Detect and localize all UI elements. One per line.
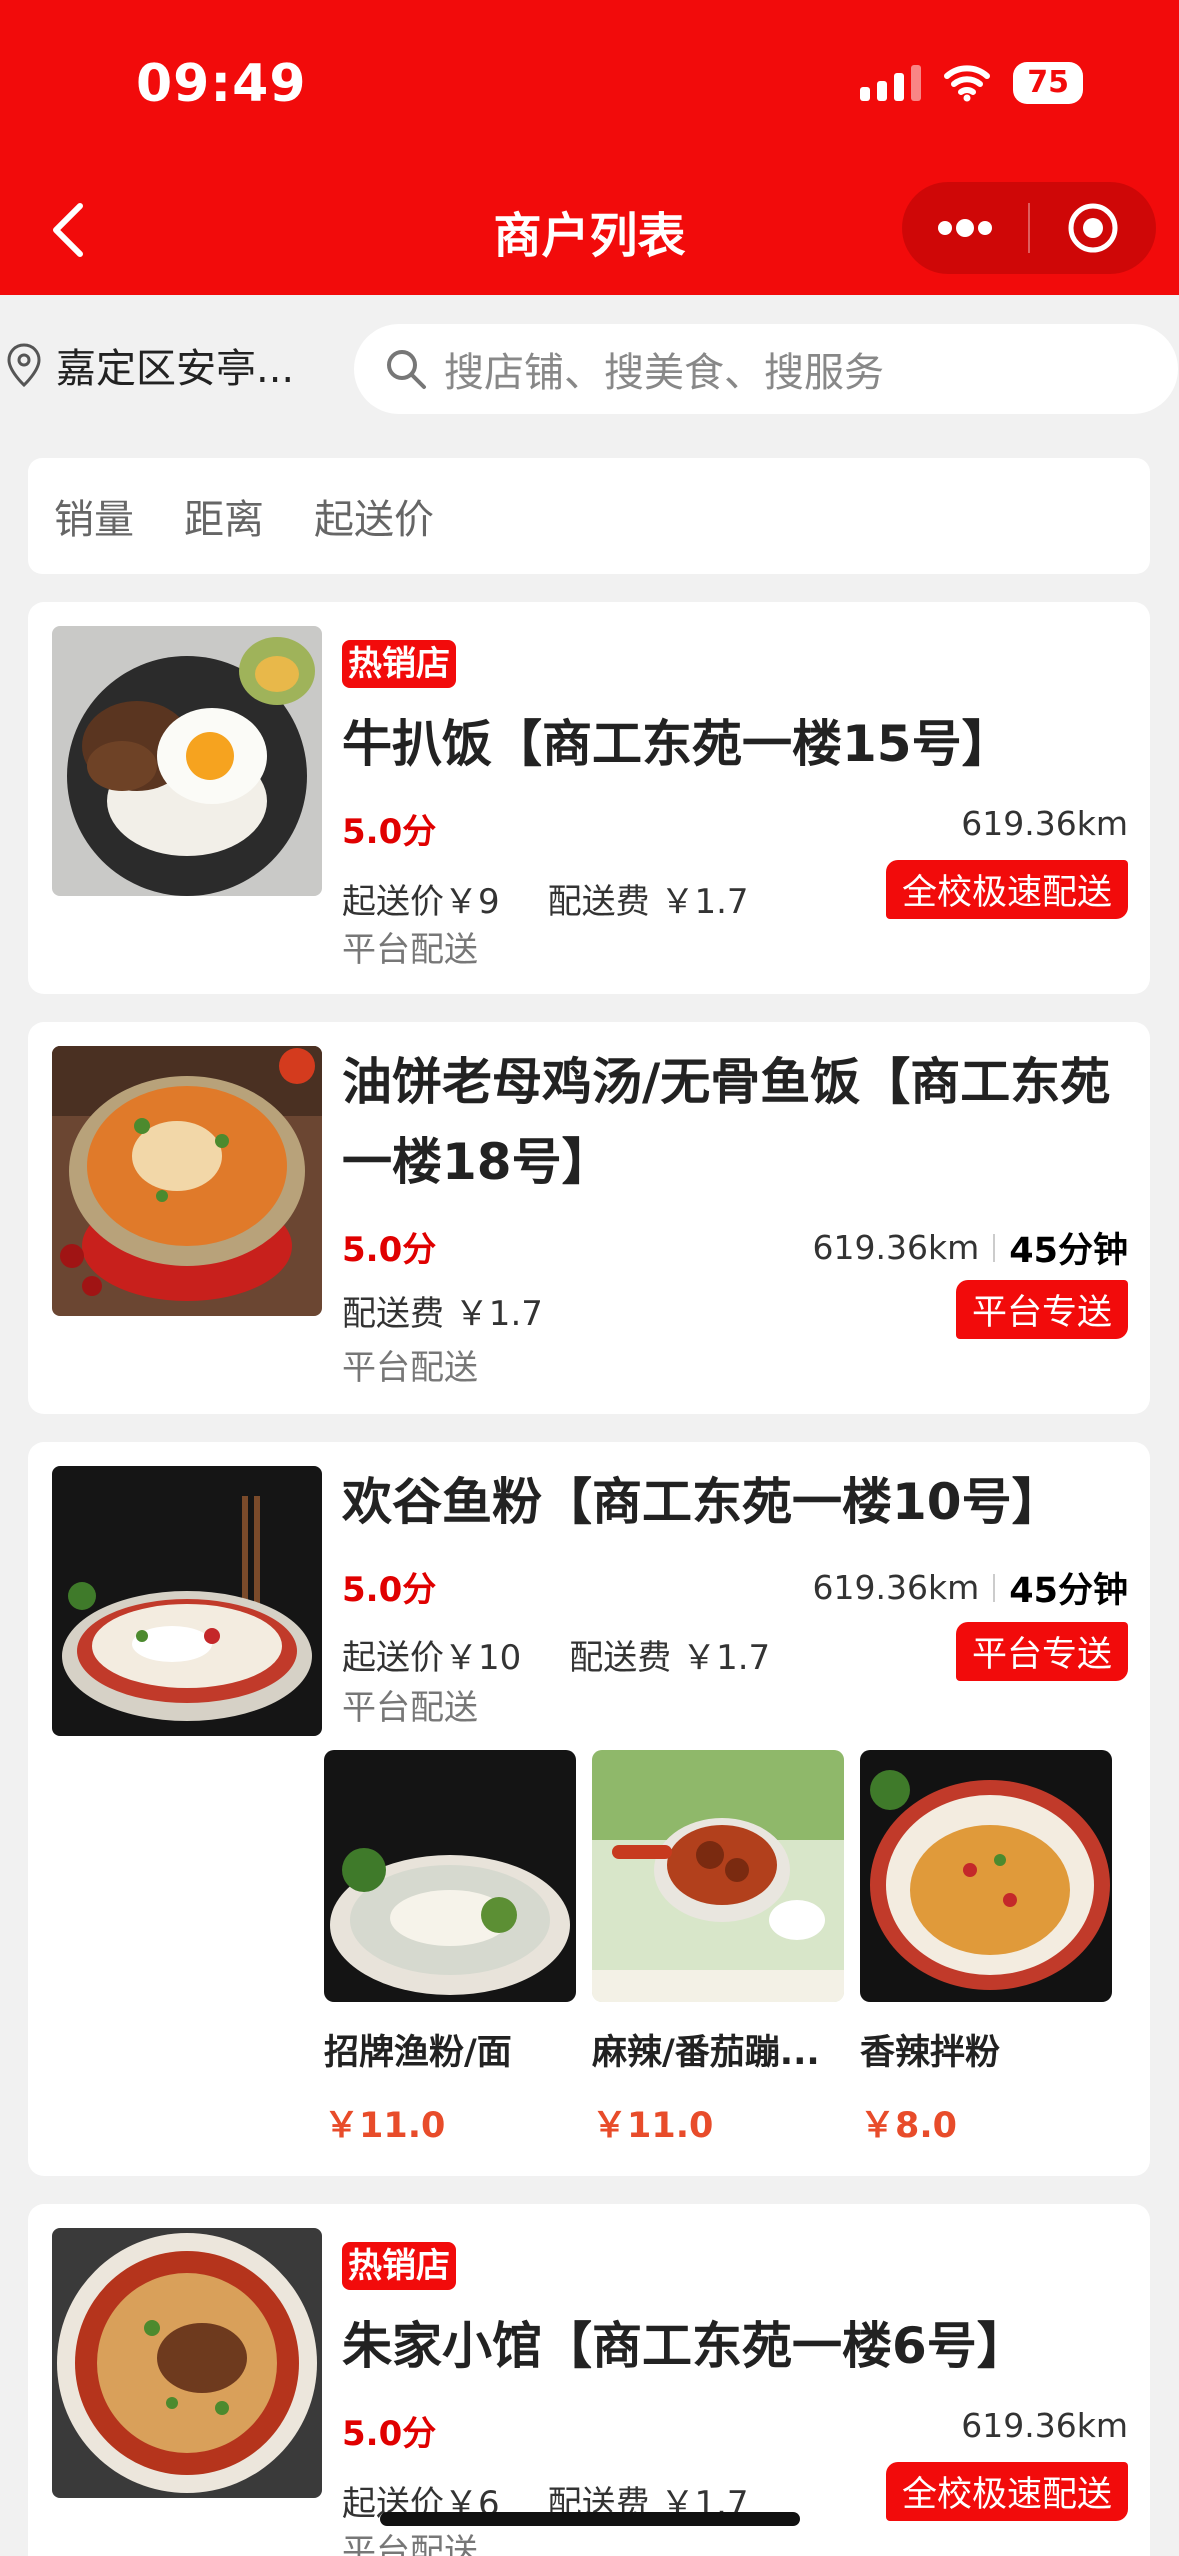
store-distance: 619.36km <box>961 2406 1128 2445</box>
battery-icon: 75 <box>1013 62 1083 104</box>
store-distance: 619.36km 45分钟 <box>813 1562 1128 1613</box>
store-fees: 起送价￥10 配送费 ￥1.7 <box>342 1630 770 1679</box>
store-name: 热销店朱家小馆【商工东苑一楼6号】 <box>342 2226 1132 2386</box>
dish-name: 香辣拌粉 <box>860 2033 1001 2073</box>
hot-store-tag: 热销店 <box>342 640 456 688</box>
hot-store-tag: 热销店 <box>342 2242 456 2290</box>
delivery-mode: 平台配送 <box>342 1688 478 1728</box>
delivery-mode: 平台配送 <box>342 2532 478 2556</box>
dish-image <box>860 1750 1112 2002</box>
store-card[interactable]: 油饼老母鸡汤/无骨鱼饭【商工东苑一楼18号】 5.0分 619.36km 45分钟… <box>28 1022 1150 1414</box>
app-header: 09:49 75 商户列表 <box>0 0 1179 295</box>
sort-sales[interactable]: 销量 <box>54 487 134 545</box>
store-fees: 配送费 ￥1.7 <box>342 1286 543 1335</box>
store-card[interactable]: 热销店朱家小馆【商工东苑一楼6号】 5.0分 619.36km 起送价￥6 配送… <box>28 2204 1150 2556</box>
store-score: 5.0分 <box>342 2414 437 2454</box>
dish-price: ￥8.0 <box>860 2106 958 2146</box>
store-score: 5.0分 <box>342 812 437 852</box>
status-icons: 75 <box>860 62 1083 104</box>
mini-program-capsule <box>902 182 1156 274</box>
more-dots-icon <box>938 219 992 237</box>
sort-min-order[interactable]: 起送价 <box>314 487 434 545</box>
dish-item[interactable]: 招牌渔粉/面 ￥11.0 <box>324 1750 576 2148</box>
sort-bar: 销量 距离 起送价 <box>28 458 1150 574</box>
store-image <box>52 2228 322 2498</box>
min-order: 起送价￥9 <box>342 882 500 922</box>
search-input[interactable]: 搜店铺、搜美食、搜服务 <box>354 324 1178 414</box>
dish-name: 招牌渔粉/面 <box>324 2033 512 2073</box>
store-image <box>52 626 322 896</box>
search-placeholder: 搜店铺、搜美食、搜服务 <box>444 350 884 396</box>
location-text: 嘉定区安亭... <box>56 346 295 392</box>
store-image <box>52 1046 322 1316</box>
delivery-fee: 配送费 ￥1.7 <box>547 882 749 922</box>
search-icon <box>387 350 426 389</box>
dish-image <box>324 1750 576 2002</box>
store-score: 5.0分 <box>342 1570 437 1610</box>
min-order: 起送价￥10 <box>342 1638 522 1678</box>
delivery-time: 45分钟 <box>1009 1231 1128 1271</box>
delivery-time: 45分钟 <box>1009 1571 1128 1611</box>
store-distance: 619.36km <box>961 804 1128 843</box>
wifi-icon <box>944 65 991 102</box>
delivery-mode: 平台配送 <box>342 1348 478 1388</box>
dish-price: ￥11.0 <box>592 2106 714 2146</box>
delivery-badge: 全校极速配送 <box>885 860 1128 919</box>
store-card[interactable]: 欢谷鱼粉【商工东苑一楼10号】 5.0分 619.36km 45分钟 起送价￥10… <box>28 1442 1150 2176</box>
store-card[interactable]: 热销店牛扒饭【商工东苑一楼15号】 5.0分 619.36km 起送价￥9 配送… <box>28 602 1150 994</box>
dish-list: 招牌渔粉/面 ￥11.0 麻辣/番茄蹦... ￥11.0 香辣拌粉 ￥8.0 <box>324 1750 1112 2148</box>
delivery-badge: 全校极速配送 <box>885 2462 1128 2521</box>
store-score: 5.0分 <box>342 1230 437 1270</box>
status-time: 09:49 <box>136 54 307 114</box>
dish-price: ￥11.0 <box>324 2106 446 2146</box>
delivery-mode: 平台配送 <box>342 930 478 970</box>
location-pin-icon <box>7 343 41 388</box>
home-indicator[interactable] <box>380 2512 800 2526</box>
dish-item[interactable]: 麻辣/番茄蹦... ￥11.0 <box>592 1750 844 2148</box>
more-button[interactable] <box>902 182 1028 274</box>
sort-distance[interactable]: 距离 <box>184 487 264 545</box>
dish-item[interactable]: 香辣拌粉 ￥8.0 <box>860 1750 1112 2148</box>
store-name: 热销店牛扒饭【商工东苑一楼15号】 <box>342 624 1132 784</box>
store-fees: 起送价￥9 配送费 ￥1.7 <box>342 874 749 923</box>
store-distance: 619.36km 45分钟 <box>813 1222 1128 1273</box>
close-miniprogram-button[interactable] <box>1030 182 1156 274</box>
dish-image <box>592 1750 844 2002</box>
distance-separator <box>993 1573 996 1602</box>
store-name: 油饼老母鸡汤/无骨鱼饭【商工东苑一楼18号】 <box>342 1053 1111 1191</box>
target-icon <box>1068 203 1118 253</box>
store-image <box>52 1466 322 1736</box>
delivery-badge: 平台专送 <box>955 1280 1128 1339</box>
delivery-fee: 配送费 ￥1.7 <box>342 1294 543 1334</box>
signal-icon <box>860 65 922 101</box>
distance-separator <box>993 1233 996 1262</box>
delivery-badge: 平台专送 <box>955 1622 1128 1681</box>
store-name: 欢谷鱼粉【商工东苑一楼10号】 <box>342 1473 1062 1531</box>
dish-name: 麻辣/番茄蹦... <box>592 2033 820 2073</box>
location-selector[interactable]: 嘉定区安亭... <box>6 336 294 394</box>
delivery-fee: 配送费 ￥1.7 <box>569 1638 771 1678</box>
